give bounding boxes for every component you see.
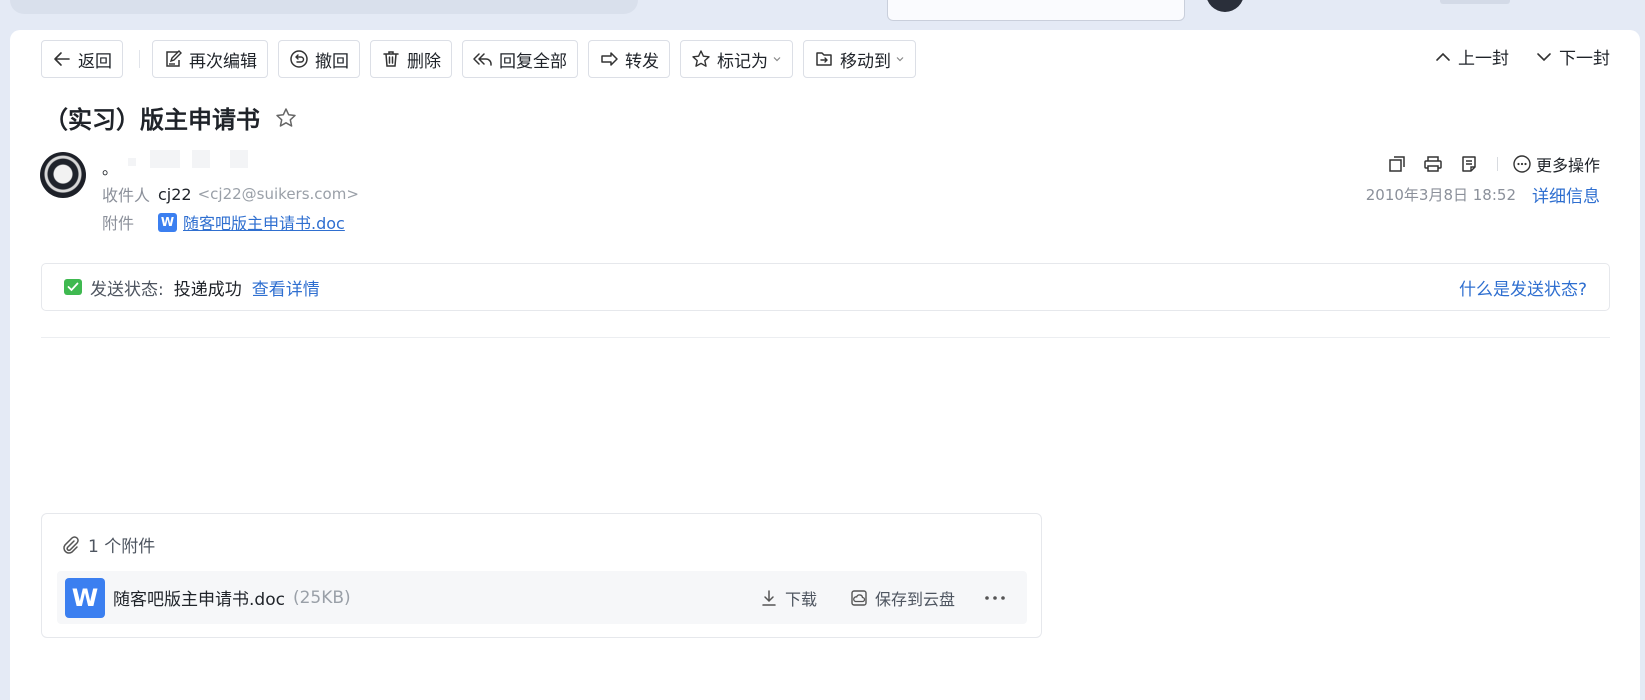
reply-all-label: 回复全部: [499, 51, 567, 72]
attachment-link[interactable]: 随客吧版主申请书.doc: [183, 210, 345, 234]
recipient-address: <cj22@suikers.com>: [197, 185, 359, 203]
edit-icon: [166, 50, 182, 67]
attachment-file-name[interactable]: 随客吧版主申请书.doc: [113, 585, 285, 610]
paperclip-icon: [63, 535, 79, 554]
save-to-cloud-button[interactable]: 保存到云盘: [849, 586, 955, 610]
recall-icon: [290, 50, 308, 68]
redacted-block: [192, 150, 210, 168]
chevron-down-icon: [773, 57, 781, 62]
next-mail-button[interactable]: 下一封: [1535, 44, 1610, 69]
attachment-row: 附件 W 随客吧版主申请书.doc: [102, 210, 345, 234]
recall-button[interactable]: 撤回: [278, 40, 360, 78]
status-help-link[interactable]: 什么是发送状态?: [1459, 275, 1587, 300]
user-avatar[interactable]: [1206, 0, 1244, 12]
arrow-left-icon: [54, 52, 70, 66]
sender-avatar[interactable]: [40, 152, 86, 198]
mail-date-row: 2010年3月8日 18:52 详细信息: [1366, 182, 1600, 207]
more-actions-label: 更多操作: [1535, 156, 1600, 175]
attachment-header: 1 个附件: [60, 532, 155, 557]
search-bar-edge[interactable]: [10, 0, 638, 14]
print-icon[interactable]: [1423, 154, 1443, 174]
word-file-icon: W: [65, 577, 105, 618]
recall-label: 撤回: [315, 51, 349, 72]
back-button[interactable]: 返回: [41, 40, 123, 78]
mail-toolbar: 返回 再次编辑 撤回 删除 回复全部 转发 标记为 移动到: [41, 40, 926, 78]
top-header-edge: [0, 0, 1645, 30]
chevron-down-icon: [896, 57, 904, 62]
prev-mail-label: 上一封: [1458, 49, 1509, 69]
recipient-row: 收件人 cj22 <cj22@suikers.com>: [102, 182, 359, 206]
note-icon[interactable]: [1459, 154, 1479, 174]
sender-name[interactable]: 。: [102, 155, 118, 179]
download-button[interactable]: 下载: [759, 586, 817, 610]
attachment-count: 1 个附件: [88, 537, 156, 557]
body-divider: [41, 337, 1610, 338]
more-dots-icon[interactable]: [983, 588, 1007, 608]
header-pill[interactable]: [1440, 0, 1510, 4]
recipient-label: 收件人: [102, 186, 151, 205]
trash-icon: [383, 51, 399, 67]
popup-edge: [887, 0, 1185, 21]
forward-icon: [601, 52, 618, 66]
star-icon[interactable]: [274, 106, 298, 130]
status-label: 发送状态:: [90, 279, 164, 300]
re-edit-button[interactable]: 再次编辑: [152, 40, 268, 78]
mark-as-label: 标记为: [717, 51, 768, 72]
new-window-icon[interactable]: [1387, 154, 1407, 174]
view-details-link[interactable]: 查看详情: [252, 275, 320, 300]
mail-actions: 更多操作: [1371, 152, 1600, 176]
toolbar-separator: [139, 50, 140, 68]
status-value: 投递成功: [173, 279, 242, 300]
redacted-block: [128, 158, 136, 166]
attachment-item[interactable]: W 随客吧版主申请书.doc (25KB) 下载 保存到云盘: [57, 571, 1027, 624]
back-label: 返回: [78, 51, 112, 72]
subject-title: （实习）版主申请书: [44, 106, 260, 134]
actions-separator: [1496, 157, 1498, 171]
more-actions-button[interactable]: 更多操作: [1512, 152, 1600, 176]
word-file-icon: W: [158, 212, 177, 232]
redacted-block: [150, 150, 180, 168]
prev-mail-button[interactable]: 上一封: [1434, 44, 1509, 69]
reply-all-button[interactable]: 回复全部: [462, 40, 578, 78]
delivery-status-bar: 发送状态: 投递成功 查看详情 什么是发送状态?: [41, 263, 1610, 311]
star-icon: [692, 50, 710, 67]
forward-button[interactable]: 转发: [588, 40, 670, 78]
forward-label: 转发: [625, 51, 659, 72]
attachment-file-size: (25KB): [292, 587, 351, 608]
delete-button[interactable]: 删除: [370, 40, 452, 78]
move-to-dropdown[interactable]: 移动到: [803, 40, 916, 78]
delete-label: 删除: [407, 51, 441, 72]
reply-all-icon: [473, 53, 492, 66]
chevron-up-icon: [1436, 52, 1450, 61]
redacted-block: [230, 150, 248, 168]
attachment-label: 附件: [102, 214, 135, 233]
attachment-actions: 下载 保存到云盘: [727, 586, 1007, 610]
download-label: 下载: [784, 589, 817, 609]
cloud-save-icon: [851, 589, 867, 606]
re-edit-label: 再次编辑: [189, 51, 257, 72]
detail-info-link[interactable]: 详细信息: [1532, 182, 1600, 207]
mail-reader-panel: 返回 再次编辑 撤回 删除 回复全部 转发 标记为 移动到 上一封 下一封 （实…: [10, 30, 1640, 700]
save-to-cloud-label: 保存到云盘: [874, 589, 955, 609]
more-circle-icon: [1513, 155, 1531, 173]
move-to-label: 移动到: [840, 51, 891, 72]
mail-date: 2010年3月8日 18:52: [1365, 186, 1516, 204]
attachment-card: 1 个附件 W 随客吧版主申请书.doc (25KB) 下载 保存到云盘: [41, 513, 1042, 638]
mail-navigation: 上一封 下一封: [1408, 44, 1610, 69]
check-icon: [64, 279, 82, 295]
mail-subject: （实习）版主申请书: [44, 100, 298, 135]
download-icon: [762, 589, 776, 606]
mark-as-dropdown[interactable]: 标记为: [680, 40, 793, 78]
move-folder-icon: [816, 52, 832, 66]
chevron-down-icon: [1537, 52, 1551, 61]
next-mail-label: 下一封: [1559, 49, 1610, 69]
recipient-name[interactable]: cj22: [158, 185, 192, 204]
